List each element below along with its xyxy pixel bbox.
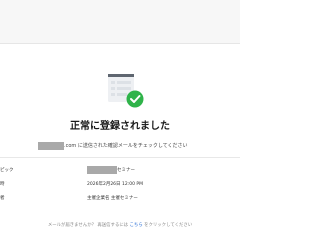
page-title: 正常に登録されました <box>70 121 170 132</box>
resend-note: メールが届きませんか？ 再送信するには こちら をクリックしてください <box>0 221 240 231</box>
topic-label: ピック <box>0 168 14 173</box>
redacted-topic <box>87 166 117 174</box>
detail-row-topic: ピック セミナー <box>0 165 240 177</box>
datetime-value: 2026年2月26日 12:00 PM <box>87 182 143 187</box>
resend-link[interactable]: こちら <box>130 223 143 228</box>
confirmation-text: .com に送信された確認メールをチェックしてください <box>64 143 188 149</box>
detail-row-datetime: 時 2026年2月26日 12:00 PM <box>0 179 240 191</box>
datetime-label: 時 <box>0 182 5 187</box>
resend-suffix: をクリックしてください <box>142 223 193 228</box>
registration-confirmation-page: 正常に登録されました .com に送信された確認メールをチェックしてください ピ… <box>0 0 240 240</box>
divider <box>0 157 240 158</box>
host-value: 主催企業名 主催セミナー <box>87 196 138 201</box>
top-bar <box>0 0 240 44</box>
detail-row-host: 者 主催企業名 主催セミナー <box>0 193 240 205</box>
topic-value-text: セミナー <box>117 168 135 173</box>
registration-check-icon <box>108 74 144 108</box>
confirmation-message: .com に送信された確認メールをチェックしてください <box>38 141 188 151</box>
topic-value: セミナー <box>87 165 135 177</box>
host-label: 者 <box>0 196 5 201</box>
resend-prefix: メールが届きませんか？ 再送信するには <box>47 223 130 228</box>
redacted-email <box>38 142 64 150</box>
